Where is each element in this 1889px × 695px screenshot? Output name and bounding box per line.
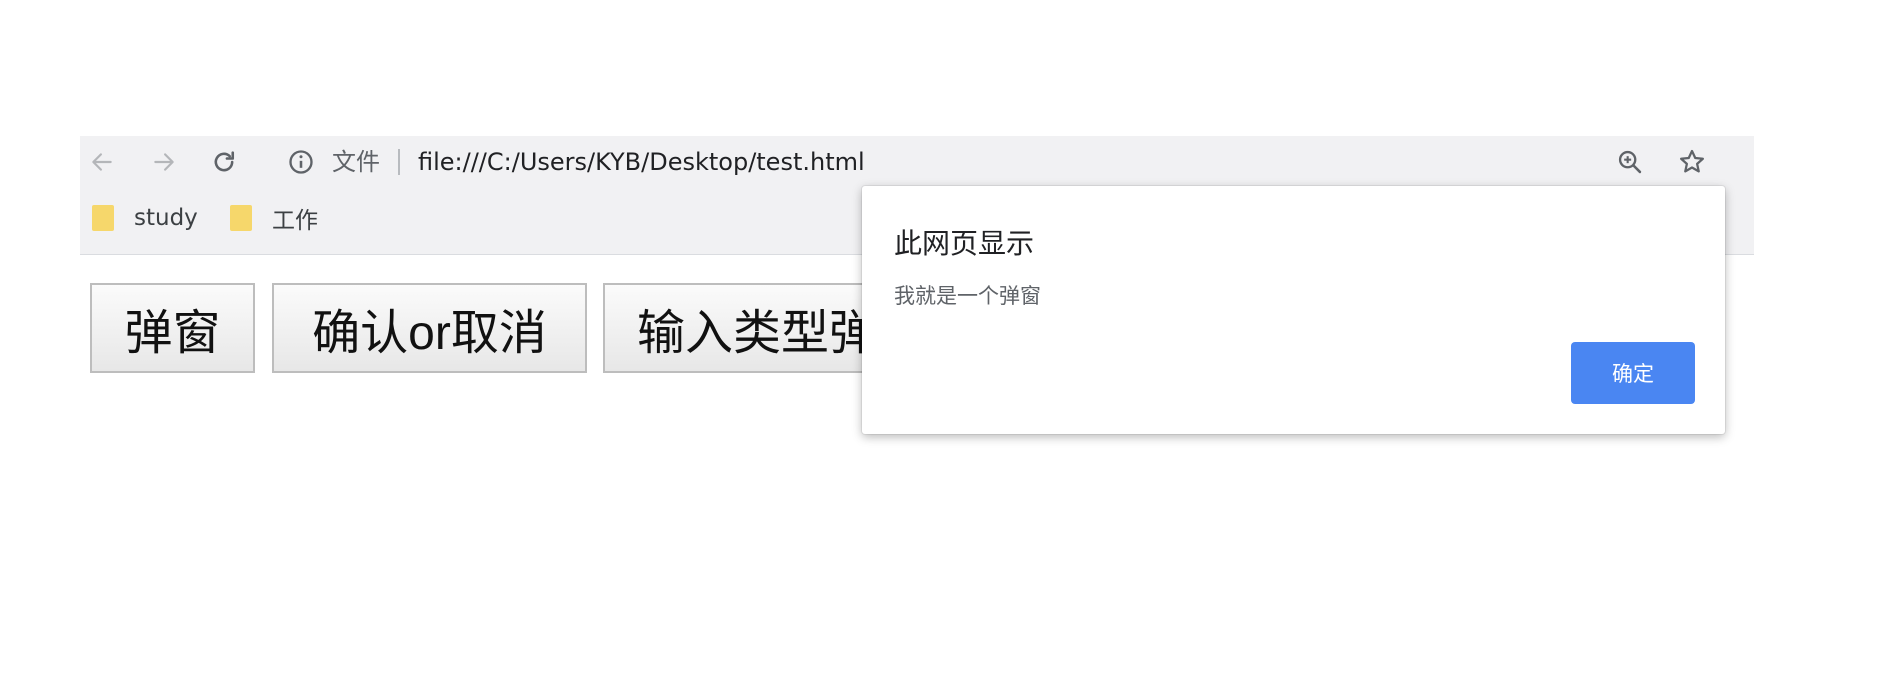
bookmark-work[interactable]: 工作 bbox=[230, 200, 318, 236]
prompt-button[interactable]: 输入类型弹 bbox=[603, 283, 893, 373]
arrow-left-icon bbox=[92, 153, 112, 171]
omnibox-divider bbox=[398, 149, 400, 175]
confirm-button[interactable]: 确认or取消 bbox=[272, 283, 587, 373]
star-icon bbox=[1680, 149, 1704, 173]
alert-dialog: 此网页显示 我就是一个弹窗 确定 bbox=[862, 186, 1725, 434]
zoom-button[interactable] bbox=[1612, 144, 1648, 180]
bookmark-label: 工作 bbox=[272, 208, 318, 234]
info-icon bbox=[289, 150, 313, 174]
address-bar-url[interactable]: file:///C:/Users/KYB/Desktop/test.html bbox=[418, 144, 865, 180]
zoom-in-icon bbox=[1618, 150, 1642, 174]
bookmark-star-button[interactable] bbox=[1674, 144, 1710, 180]
site-info-button[interactable] bbox=[285, 146, 317, 178]
dialog-ok-button[interactable]: 确定 bbox=[1571, 342, 1695, 404]
back-button[interactable] bbox=[84, 144, 120, 180]
reload-icon bbox=[214, 151, 235, 172]
alert-button[interactable]: 弹窗 bbox=[90, 283, 255, 373]
folder-icon bbox=[230, 205, 252, 231]
browser-toolbar: 文件 file:///C:/Users/KYB/Desktop/test.htm… bbox=[80, 136, 1754, 186]
reload-button[interactable] bbox=[206, 144, 242, 180]
dialog-title: 此网页显示 bbox=[894, 227, 1035, 260]
dialog-message: 我就是一个弹窗 bbox=[894, 284, 1041, 308]
folder-icon bbox=[92, 205, 114, 231]
forward-button[interactable] bbox=[146, 144, 182, 180]
bookmark-study[interactable]: study bbox=[92, 200, 198, 236]
screen: 文件 file:///C:/Users/KYB/Desktop/test.htm… bbox=[0, 0, 1889, 695]
bookmark-label: study bbox=[134, 205, 198, 231]
arrow-right-icon bbox=[154, 153, 174, 171]
scheme-label: 文件 bbox=[332, 148, 380, 176]
